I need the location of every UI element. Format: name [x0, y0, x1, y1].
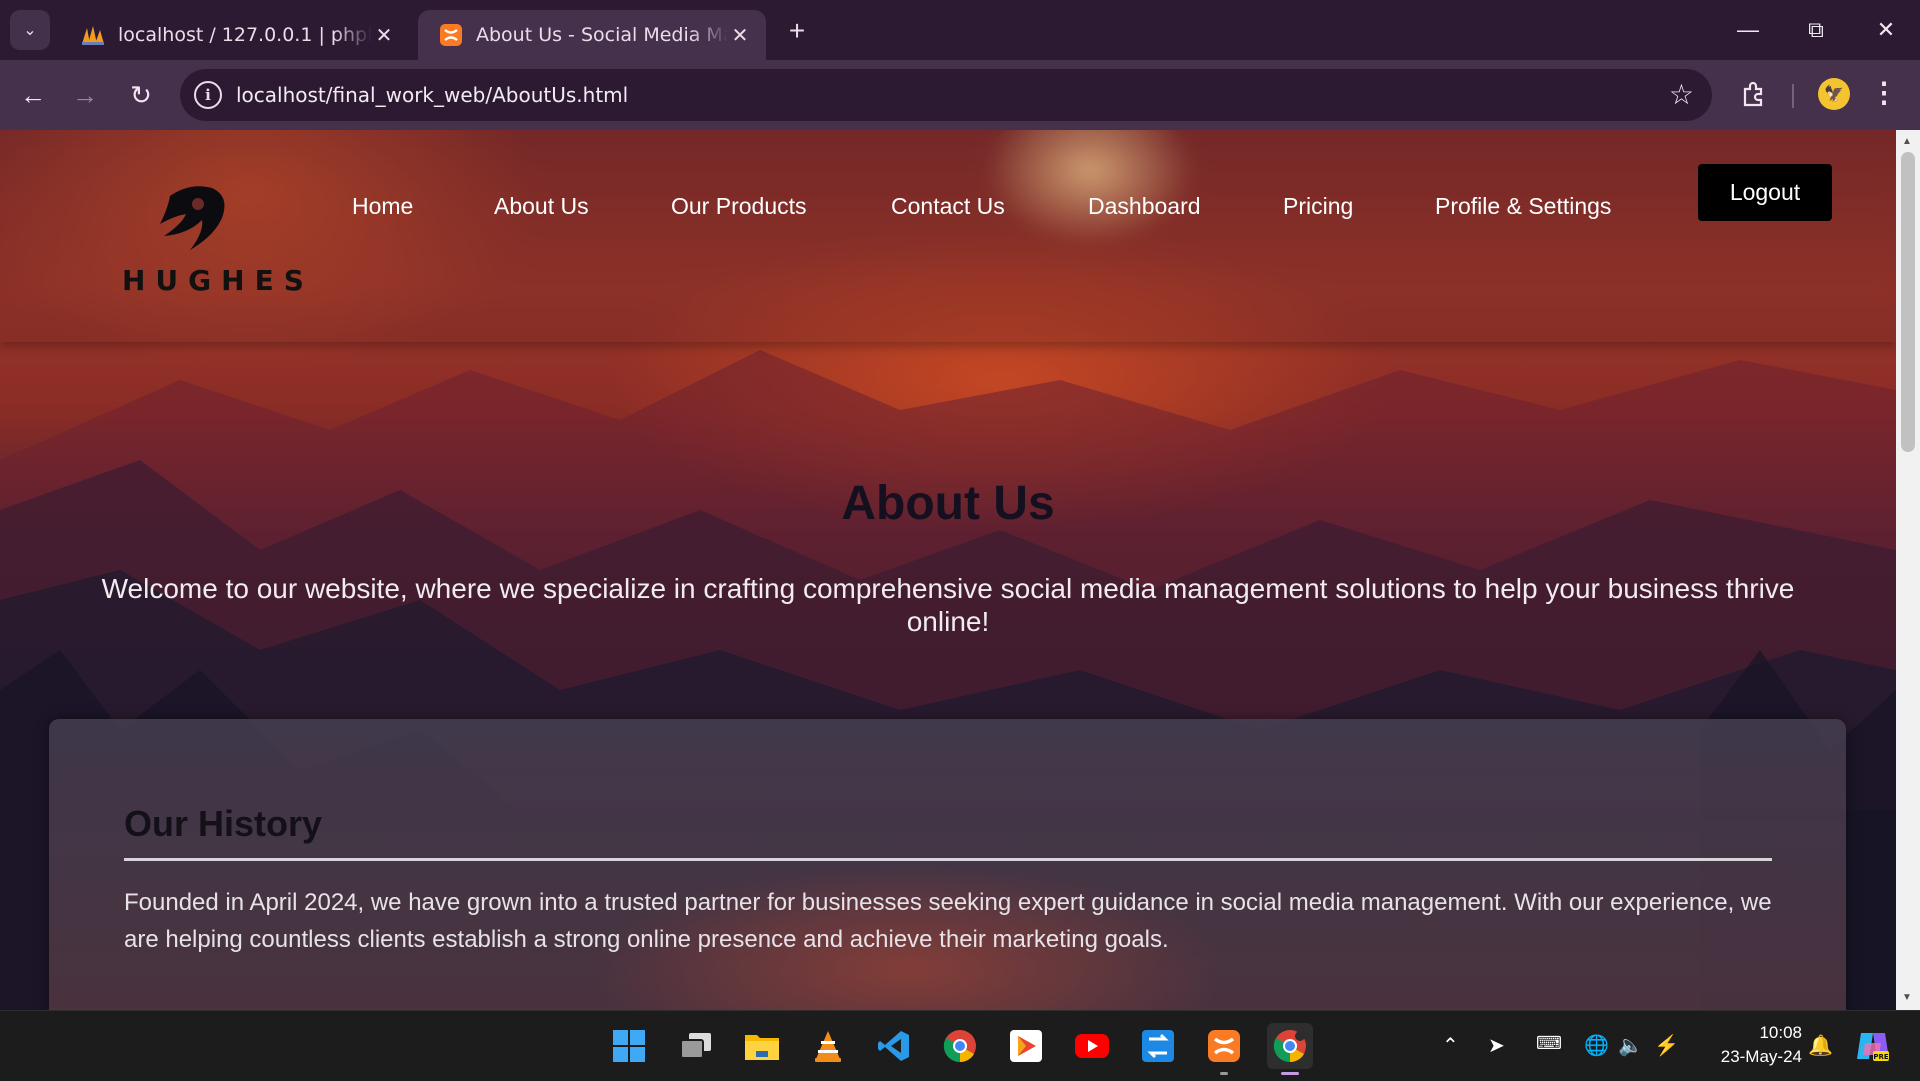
nav-about-us[interactable]: About Us — [494, 178, 589, 234]
scroll-up-icon[interactable]: ▲ — [1902, 136, 1912, 147]
network-globe-icon[interactable]: 🌐 — [1584, 1033, 1609, 1058]
scroll-down-icon[interactable]: ▼ — [1902, 992, 1912, 1003]
extensions-button[interactable] — [1734, 74, 1774, 114]
nav-pricing[interactable]: Pricing — [1283, 178, 1353, 234]
vlc-icon — [815, 1031, 841, 1062]
history-card: Our History Founded in April 2024, we ha… — [49, 719, 1846, 1010]
page-scrollbar[interactable]: ▲ ▼ — [1896, 130, 1920, 1010]
heading-divider — [124, 858, 1772, 861]
history-paragraph: Founded in April 2024, we have grown int… — [124, 889, 1772, 953]
tab-title: About Us - Social Media Management — [476, 24, 728, 46]
media-app-button[interactable] — [1003, 1023, 1049, 1069]
more-vertical-icon: ⋮ — [1870, 77, 1898, 108]
address-bar[interactable]: i localhost/final_work_web/AboutUs.html … — [180, 69, 1712, 121]
close-icon: ✕ — [1876, 17, 1896, 42]
chrome-icon — [1273, 1030, 1306, 1063]
notification-bell-icon[interactable]: 🔔 — [1808, 1033, 1833, 1058]
bookmark-star-icon[interactable]: ☆ — [1669, 78, 1694, 111]
plus-icon: + — [788, 15, 806, 46]
tab-title: localhost / 127.0.0.1 | phpMyAdmin — [118, 24, 372, 46]
xampp-icon — [438, 22, 464, 48]
minimize-icon: — — [1737, 17, 1759, 42]
close-icon[interactable]: ✕ — [728, 23, 752, 47]
copilot-button[interactable]: PRE — [1852, 1025, 1894, 1067]
vscode-icon — [878, 1031, 909, 1061]
start-button[interactable] — [606, 1023, 652, 1069]
vscode-button[interactable] — [871, 1023, 917, 1069]
avatar-icon: 🦅 — [1824, 86, 1844, 103]
new-tab-button[interactable]: + — [780, 14, 814, 48]
windows-start-icon — [613, 1030, 645, 1062]
running-indicator — [1220, 1072, 1228, 1075]
system-clock[interactable]: 10:08 23-May-24 — [1702, 1021, 1802, 1069]
battery-charging-icon[interactable]: ⚡ — [1654, 1033, 1679, 1058]
toolbar-divider — [1792, 84, 1794, 108]
chrome-icon — [943, 1030, 976, 1063]
hughes-logo-icon[interactable] — [120, 174, 280, 264]
nav-our-products[interactable]: Our Products — [671, 178, 807, 234]
task-view-icon — [680, 1033, 711, 1059]
tray-chevron-up-icon[interactable]: ⌃ — [1442, 1033, 1459, 1058]
url-text[interactable]: localhost/final_work_web/AboutUs.html — [236, 83, 628, 107]
tab-search-button[interactable]: ⌄ — [10, 10, 50, 50]
youtube-button[interactable] — [1069, 1023, 1115, 1069]
task-view-button[interactable] — [673, 1023, 719, 1069]
taskbar: ⌃ ➤ ⌨ 🌐 🔈 ⚡ 10:08 23-May-24 🔔 PRE — [0, 1010, 1920, 1081]
scrollbar-thumb[interactable] — [1901, 152, 1915, 452]
volume-icon[interactable]: 🔈 — [1618, 1033, 1643, 1058]
vlc-button[interactable] — [805, 1023, 851, 1069]
site-info-icon[interactable]: i — [194, 81, 222, 109]
xampp-button[interactable] — [1201, 1023, 1247, 1075]
active-indicator — [1281, 1072, 1299, 1075]
svg-text:PRE: PRE — [1873, 1053, 1889, 1061]
browser-menu-button[interactable]: ⋮ — [1870, 76, 1898, 109]
profile-avatar[interactable]: 🦅 — [1818, 78, 1850, 110]
page-viewport: HUGHES Home About Us Our Products Contac… — [0, 130, 1896, 1010]
page-title: About Us — [841, 477, 1055, 530]
tab-about-us[interactable]: About Us - Social Media Management ✕ — [418, 10, 766, 60]
remote-app-button[interactable] — [1135, 1023, 1181, 1069]
arrow-right-icon: → — [72, 79, 98, 110]
media-app-icon — [1010, 1030, 1042, 1062]
xampp-icon — [1208, 1030, 1240, 1062]
restore-button[interactable]: ⧉ — [1788, 8, 1844, 52]
logout-button[interactable]: Logout — [1698, 164, 1832, 221]
nav-dashboard[interactable]: Dashboard — [1088, 178, 1201, 234]
keyboard-icon[interactable]: ⌨ — [1536, 1033, 1562, 1054]
chevron-down-icon: ⌄ — [23, 22, 37, 39]
section-heading: Our History — [124, 803, 323, 844]
clock-date: 23-May-24 — [1720, 1047, 1802, 1066]
minimize-button[interactable]: — — [1720, 8, 1776, 52]
back-button[interactable]: ← — [10, 72, 56, 118]
nav-home[interactable]: Home — [352, 178, 413, 234]
remote-app-icon — [1142, 1030, 1174, 1062]
reload-icon: ↻ — [130, 79, 152, 110]
folder-icon — [745, 1035, 779, 1060]
site-header: HUGHES Home About Us Our Products Contac… — [0, 130, 1896, 342]
welcome-text: Welcome to our website, where we special… — [101, 573, 1795, 637]
tab-strip: ⌄ localhost / 127.0.0.1 | phpMyAdmin ✕ A… — [0, 0, 1920, 60]
nav-contact-us[interactable]: Contact Us — [891, 178, 1005, 234]
file-explorer-button[interactable] — [739, 1023, 785, 1069]
logo-text: HUGHES — [122, 264, 314, 297]
tab-phpmyadmin[interactable]: localhost / 127.0.0.1 | phpMyAdmin ✕ — [60, 10, 410, 60]
location-arrow-icon[interactable]: ➤ — [1488, 1033, 1505, 1058]
nav-profile-settings[interactable]: Profile & Settings — [1435, 178, 1611, 234]
restore-icon: ⧉ — [1808, 17, 1824, 42]
browser-toolbar: ← → ↻ i localhost/final_work_web/AboutUs… — [0, 60, 1920, 130]
youtube-icon — [1075, 1034, 1109, 1058]
window-close-button[interactable]: ✕ — [1858, 8, 1914, 52]
reload-button[interactable]: ↻ — [118, 72, 164, 118]
chrome-button[interactable] — [937, 1023, 983, 1069]
forward-button[interactable]: → — [62, 72, 108, 118]
puzzle-icon — [1743, 81, 1763, 107]
copilot-icon: PRE — [1857, 1033, 1889, 1061]
close-icon[interactable]: ✕ — [372, 23, 396, 47]
phpmyadmin-icon — [80, 22, 106, 48]
arrow-left-icon: ← — [20, 79, 46, 110]
chrome-profile-button[interactable] — [1267, 1023, 1313, 1075]
clock-time: 10:08 — [1759, 1023, 1802, 1042]
